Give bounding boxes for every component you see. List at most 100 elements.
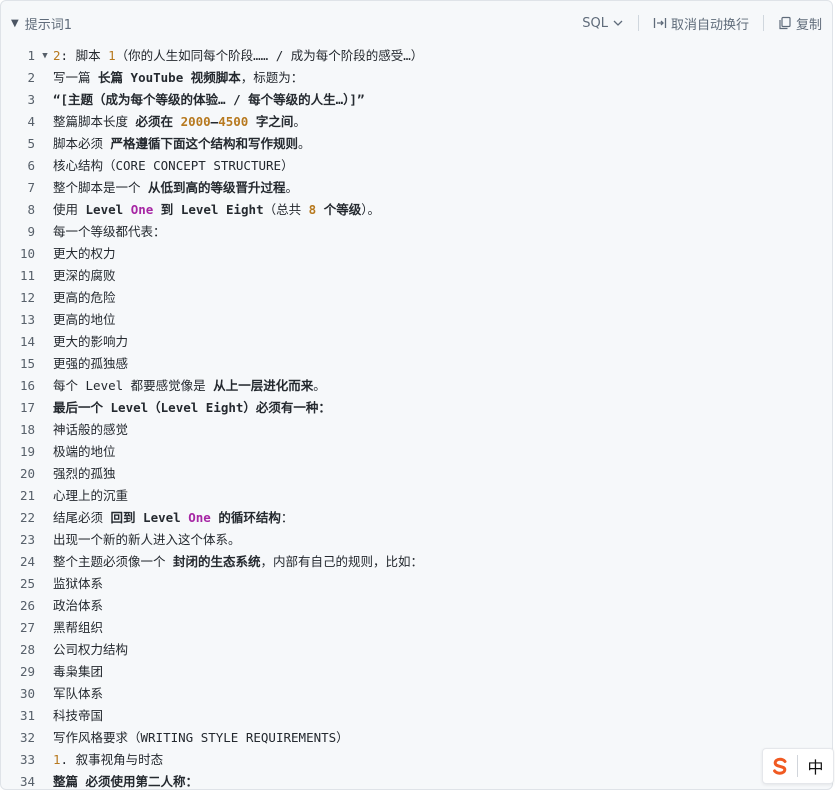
line-number: 30 <box>19 686 35 701</box>
line-number: 21 <box>19 488 35 503</box>
code-token: 1 <box>108 48 116 63</box>
code-line: 30 军队体系 <box>1 683 832 705</box>
ime-language[interactable]: 中 <box>798 754 833 778</box>
line-content: 更高的地位 <box>53 309 116 331</box>
copy-button[interactable]: 复制 <box>778 14 822 33</box>
collapse-caret-icon[interactable]: ▼ <box>11 18 19 29</box>
code-token: 使用 <box>53 202 86 217</box>
code-token: 监狱体系 <box>53 576 104 591</box>
code-token: 个等级 <box>316 202 362 217</box>
code-token: 神话般的感觉 <box>53 422 129 437</box>
line-content: 每一个等级都代表： <box>53 221 166 243</box>
language-select[interactable]: SQL <box>582 16 624 31</box>
divider <box>762 15 764 31</box>
code-token: 更高的地位 <box>53 312 116 327</box>
code-token: 结尾必须 <box>53 510 111 525</box>
code-line: 18 神话般的感觉 <box>1 419 832 441</box>
code-line: 20 强烈的孤独 <box>1 463 832 485</box>
code-token: 到 Level Eight <box>153 202 264 217</box>
line-content: 写作风格要求（WRITING STYLE REQUIREMENTS） <box>53 727 349 749</box>
code-line: 31 科技帝国 <box>1 705 832 727</box>
code-token: 1 <box>53 752 61 767</box>
code-token: 脚本必须 <box>53 136 111 151</box>
code-line: 26 政治体系 <box>1 595 832 617</box>
copy-label: 复制 <box>795 17 822 33</box>
line-number: 32 <box>19 730 35 745</box>
code-token: . 叙事视角与时态 <box>60 752 164 767</box>
sogou-logo-icon <box>763 756 797 776</box>
code-token: One <box>130 202 154 217</box>
chevron-down-icon <box>613 20 623 26</box>
code-token: 必须在 <box>135 114 181 129</box>
code-token: 2 <box>53 48 61 63</box>
line-number: 27 <box>19 620 35 635</box>
collapse-toggle[interactable]: ▼ 提示词1 <box>11 14 582 33</box>
code-token: 整个主题必须像一个 <box>53 554 174 569</box>
code-token: 科技帝国 <box>53 708 104 723</box>
code-line: 32 写作风格要求（WRITING STYLE REQUIREMENTS） <box>1 727 832 749</box>
code-token: 从上一层进化而来 <box>213 378 314 393</box>
code-line: 8 使用 Level One 到 Level Eight（总共 8 个等级）。 <box>1 199 832 221</box>
code-line: 22 结尾必须 回到 Level One 的循环结构： <box>1 507 832 529</box>
code-line: 28 公司权力结构 <box>1 639 832 661</box>
line-number: 4 <box>27 114 35 129</box>
line-content: 每个 Level 都要感觉像是 从上一层进化而来。 <box>53 375 326 397</box>
language-label: SQL <box>582 15 608 31</box>
line-number: 29 <box>19 664 35 679</box>
copy-icon <box>779 16 791 30</box>
line-number: 20 <box>19 466 35 481</box>
line-content: 更高的危险 <box>53 287 116 309</box>
line-content: 整篇脚本长度 必须在 2000–4500 字之间。 <box>53 111 306 133</box>
ime-indicator[interactable]: 中 <box>762 748 834 784</box>
code-token: 公司权力结构 <box>53 642 129 657</box>
line-content: 黑帮组织 <box>53 617 103 639</box>
line-number: 11 <box>19 268 35 283</box>
code-token: 更高的危险 <box>53 290 116 305</box>
code-token: 从低到高的等级晋升过程 <box>148 180 286 195</box>
code-line: 34 整篇 必须使用第二人称： <box>1 771 832 789</box>
line-number: 26 <box>19 598 35 613</box>
line-number: 22 <box>19 510 35 525</box>
code-area[interactable]: 1 ▼ 2: 脚本 1（你的人生如同每个阶段…… / 成为每个阶段的感受…） 2 写一篇… <box>1 45 832 789</box>
line-number: 23 <box>19 532 35 547</box>
code-token: 写一篇 <box>53 70 99 85</box>
line-content: 神话般的感觉 <box>53 419 128 441</box>
line-content: 2: 脚本 1（你的人生如同每个阶段…… / 成为每个阶段的感受…） <box>53 45 423 67</box>
line-number: 1 <box>27 48 35 63</box>
line-content: 心理上的沉重 <box>53 485 128 507</box>
code-token: : 脚本 <box>60 48 109 63</box>
code-token: 回到 Level <box>110 510 189 525</box>
panel-header: ▼ 提示词1 SQL 取消自动换行 复制 <box>1 1 832 45</box>
divider <box>637 15 639 31</box>
code-line: 24 整个主题必须像一个 封闭的生态系统，内部有自己的规则，比如： <box>1 551 832 573</box>
code-token: 极端的地位 <box>53 444 116 459</box>
line-content: 脚本必须 严格遵循下面这个结构和写作规则。 <box>53 133 311 155</box>
code-token: 。 <box>285 180 299 195</box>
line-number: 18 <box>19 422 35 437</box>
code-token: 整个脚本是一个 <box>53 180 149 195</box>
line-content: 整个脚本是一个 从低到高的等级晋升过程。 <box>53 177 298 199</box>
code-token: （总共 <box>263 202 309 217</box>
code-panel: ▼ 提示词1 SQL 取消自动换行 复制 1 ▼ 2: 脚本 1（你的人生如同每个阶… <box>0 0 833 790</box>
code-line: 13 更高的地位 <box>1 309 832 331</box>
line-content: 出现一个新的新人进入这个体系。 <box>53 529 241 551</box>
toggle-wrap-label: 取消自动换行 <box>670 17 749 33</box>
code-token: 封闭的生态系统 <box>173 554 261 569</box>
line-content: 1. 叙事视角与时态 <box>53 749 163 771</box>
code-token: （你的人生如同每个阶段…… / 成为每个阶段的感受…） <box>115 48 424 63</box>
code-token: 。 <box>298 136 311 151</box>
code-token: 最后一个 Level（Level Eight）必须有一种： <box>53 400 331 415</box>
code-token: ，标题为： <box>240 70 304 85</box>
code-token: 。 <box>313 378 326 393</box>
line-number: 16 <box>19 378 35 393</box>
code-line: 11 更深的腐败 <box>1 265 832 287</box>
line-number: 3 <box>27 92 35 107</box>
line-number: 28 <box>19 642 35 657</box>
code-line: 5 脚本必须 严格遵循下面这个结构和写作规则。 <box>1 133 832 155</box>
line-content: 军队体系 <box>53 683 103 705</box>
line-number: 13 <box>19 312 35 327</box>
toggle-wrap-button[interactable]: 取消自动换行 <box>653 14 749 33</box>
line-number: 15 <box>19 356 35 371</box>
code-line: 6 核心结构（CORE CONCEPT STRUCTURE） <box>1 155 832 177</box>
fold-toggle-icon[interactable]: ▼ <box>37 45 53 67</box>
